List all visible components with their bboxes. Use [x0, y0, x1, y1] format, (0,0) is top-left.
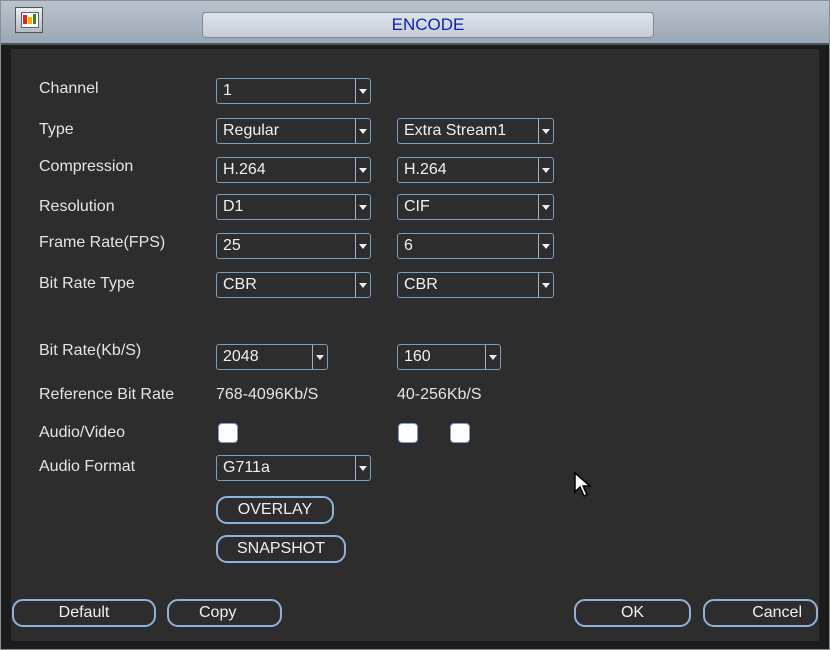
- main-frame-rate-select[interactable]: 25: [216, 233, 371, 259]
- extra-resolution-select[interactable]: CIF: [397, 194, 554, 220]
- chevron-down-icon[interactable]: [538, 273, 553, 297]
- chevron-down-icon[interactable]: [355, 195, 370, 219]
- audio-video-label: Audio/Video: [39, 424, 125, 441]
- extra-resolution-value: CIF: [404, 198, 430, 215]
- chevron-down-icon[interactable]: [355, 79, 370, 103]
- extra-compression-value: H.264: [404, 161, 447, 178]
- chevron-down-icon[interactable]: [538, 158, 553, 182]
- extra-bit-rate-value: 160: [404, 348, 431, 365]
- main-bit-rate-value: 2048: [223, 348, 259, 365]
- main-type-select[interactable]: Regular: [216, 118, 371, 144]
- extra-compression-select[interactable]: H.264: [397, 157, 554, 183]
- cancel-button[interactable]: Cancel: [703, 599, 818, 627]
- bit-rate-label: Bit Rate(Kb/S): [39, 342, 142, 359]
- type-label: Type: [39, 121, 74, 138]
- extra-reference-bit-rate: 40-256Kb/S: [397, 386, 482, 403]
- main-bit-rate-type-select[interactable]: CBR: [216, 272, 371, 298]
- chevron-down-icon[interactable]: [355, 273, 370, 297]
- copy-button[interactable]: Copy: [167, 599, 282, 627]
- snapshot-button[interactable]: SNAPSHOT: [216, 535, 346, 563]
- main-bit-rate-type-value: CBR: [223, 276, 257, 293]
- extra-bit-rate-type-select[interactable]: CBR: [397, 272, 554, 298]
- extra-type-select[interactable]: Extra Stream1: [397, 118, 554, 144]
- main-audio-video-checkbox[interactable]: [218, 423, 238, 443]
- audio-format-select[interactable]: G711a: [216, 455, 371, 481]
- ok-button[interactable]: OK: [574, 599, 691, 627]
- window-title: ENCODE: [202, 12, 654, 38]
- main-frame-rate-value: 25: [223, 237, 241, 254]
- extra-audio-checkbox[interactable]: [450, 423, 470, 443]
- compression-label: Compression: [39, 158, 134, 175]
- mouse-pointer-icon: [574, 472, 592, 498]
- main-resolution-value: D1: [223, 198, 244, 215]
- audio-format-value: G711a: [223, 459, 270, 476]
- chevron-down-icon[interactable]: [538, 234, 553, 258]
- extra-frame-rate-value: 6: [404, 237, 413, 254]
- channel-select[interactable]: 1: [216, 78, 371, 104]
- title-bar: ENCODE: [1, 1, 829, 45]
- extra-frame-rate-select[interactable]: 6: [397, 233, 554, 259]
- chevron-down-icon[interactable]: [355, 158, 370, 182]
- chevron-down-icon[interactable]: [355, 119, 370, 143]
- app-logo-icon: [15, 7, 43, 33]
- main-reference-bit-rate: 768-4096Kb/S: [216, 386, 319, 403]
- overlay-button[interactable]: OVERLAY: [216, 496, 334, 524]
- chevron-down-icon[interactable]: [355, 234, 370, 258]
- extra-bit-rate-type-value: CBR: [404, 276, 438, 293]
- audio-format-label: Audio Format: [39, 458, 136, 475]
- main-resolution-select[interactable]: D1: [216, 194, 371, 220]
- extra-video-checkbox[interactable]: [398, 423, 418, 443]
- channel-label: Channel: [39, 80, 99, 97]
- main-compression-select[interactable]: H.264: [216, 157, 371, 183]
- frame-rate-label: Frame Rate(FPS): [39, 234, 166, 251]
- chevron-down-icon[interactable]: [355, 456, 370, 480]
- bit-rate-type-label: Bit Rate Type: [39, 275, 135, 292]
- chevron-down-icon[interactable]: [485, 345, 500, 369]
- reference-bit-rate-label: Reference Bit Rate: [39, 386, 175, 403]
- main-compression-value: H.264: [223, 161, 266, 178]
- main-type-value: Regular: [223, 122, 280, 139]
- chevron-down-icon[interactable]: [312, 345, 327, 369]
- resolution-label: Resolution: [39, 198, 115, 215]
- extra-type-value: Extra Stream1: [404, 122, 507, 139]
- encode-window: ENCODE Channel Type Compression Resoluti…: [0, 0, 830, 650]
- default-button[interactable]: Default: [12, 599, 156, 627]
- channel-value: 1: [223, 82, 232, 99]
- chevron-down-icon[interactable]: [538, 195, 553, 219]
- chevron-down-icon[interactable]: [538, 119, 553, 143]
- encode-settings-panel: Channel Type Compression Resolution Fram…: [11, 49, 819, 641]
- main-bit-rate-select[interactable]: 2048: [216, 344, 328, 370]
- extra-bit-rate-select[interactable]: 160: [397, 344, 501, 370]
